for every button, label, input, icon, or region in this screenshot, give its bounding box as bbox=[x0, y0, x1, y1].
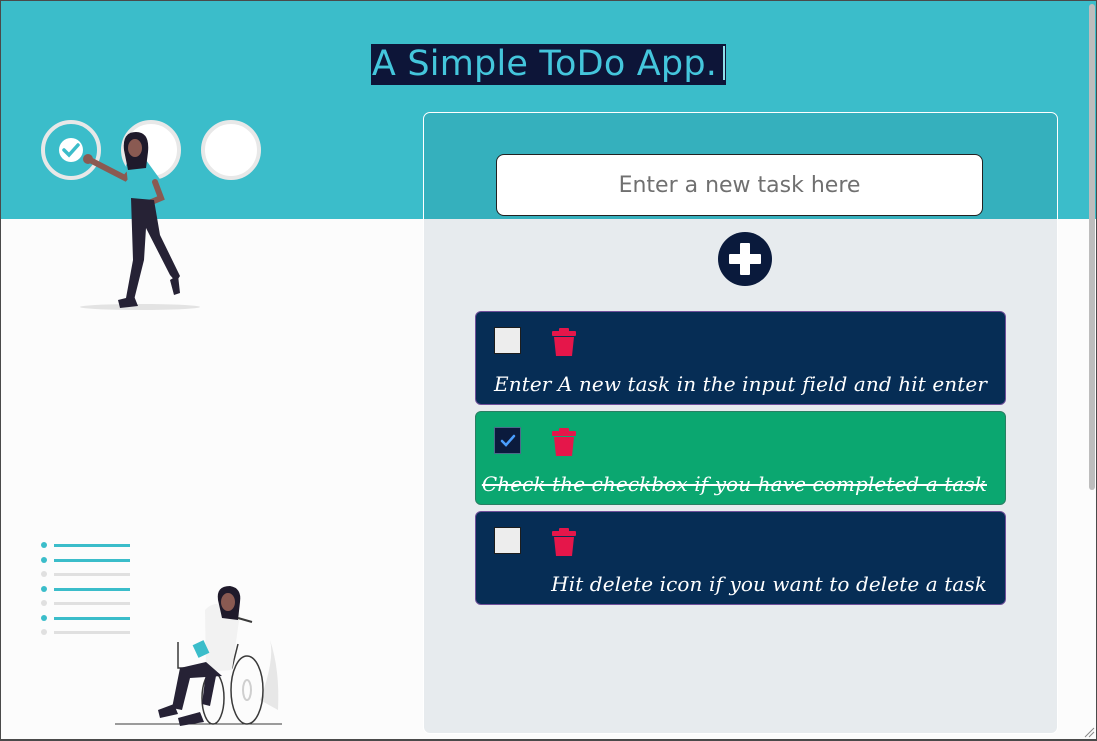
woman-checklist-illustration bbox=[41, 120, 261, 310]
task-checkbox[interactable] bbox=[494, 527, 521, 554]
text-caret bbox=[723, 46, 726, 80]
title-wrapper: A Simple ToDo App. bbox=[0, 44, 1097, 85]
page-title[interactable]: A Simple ToDo App. bbox=[370, 44, 727, 85]
checkmark-icon bbox=[500, 434, 516, 447]
trash-icon[interactable] bbox=[551, 427, 577, 457]
todo-panel: Enter A new task in the input field and … bbox=[423, 112, 1058, 734]
resize-handle-icon[interactable] bbox=[1083, 726, 1095, 738]
new-task-input[interactable] bbox=[496, 154, 983, 216]
wheelchair-person-illustration bbox=[115, 586, 282, 726]
task-item: Hit delete icon if you want to delete a … bbox=[475, 511, 1006, 605]
trash-icon[interactable] bbox=[551, 327, 577, 357]
trash-icon[interactable] bbox=[551, 527, 577, 557]
task-checkbox-checked[interactable] bbox=[494, 427, 521, 454]
task-text: Hit delete icon if you want to delete a … bbox=[551, 572, 987, 596]
task-text: Enter A new task in the input field and … bbox=[494, 372, 987, 396]
task-item-completed: Check the checkbox if you have completed… bbox=[475, 411, 1006, 505]
page-title-text: A Simple ToDo App. bbox=[371, 44, 718, 84]
add-task-button[interactable] bbox=[718, 232, 772, 286]
plus-icon-vertical bbox=[740, 243, 750, 275]
empty-circle-icon bbox=[201, 120, 261, 180]
completed-circle-icon bbox=[41, 120, 101, 180]
task-checkbox[interactable] bbox=[494, 327, 521, 354]
task-text: Check the checkbox if you have completed… bbox=[481, 472, 987, 496]
window-scrollbar[interactable] bbox=[1089, 4, 1095, 490]
task-item: Enter A new task in the input field and … bbox=[475, 311, 1006, 405]
